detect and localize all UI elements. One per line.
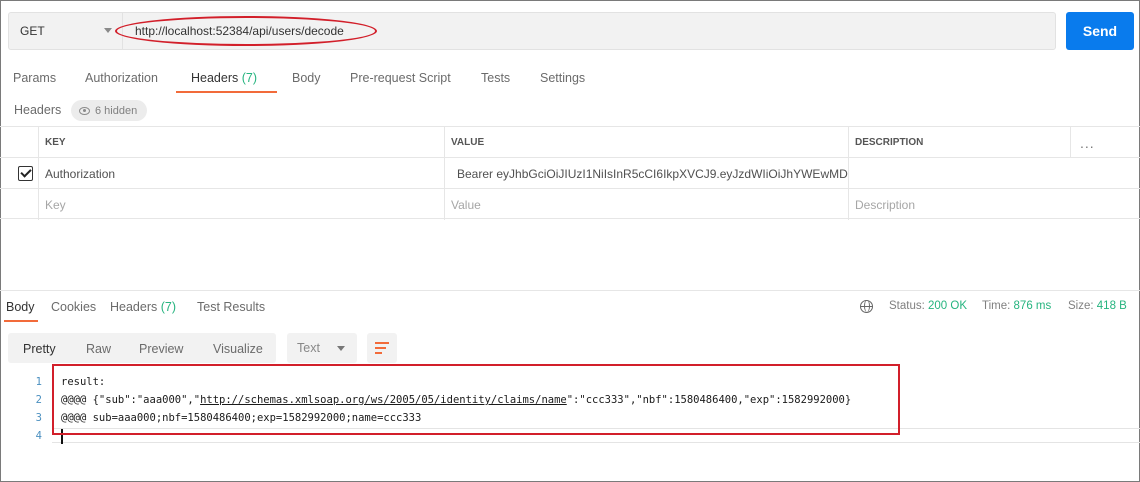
active-response-tab-indicator bbox=[4, 320, 38, 322]
tab-label: Params bbox=[13, 71, 57, 85]
header-key-cell[interactable]: Authorization bbox=[38, 158, 444, 189]
tab-body[interactable]: Body bbox=[292, 71, 321, 85]
eye-icon bbox=[79, 106, 90, 115]
table-row-empty: Key Value Description bbox=[0, 188, 1140, 220]
status-value: 200 OK bbox=[928, 300, 968, 312]
tab-tests[interactable]: Tests bbox=[481, 71, 510, 85]
tab-headers[interactable]: Headers (7) bbox=[191, 71, 257, 85]
tab-params[interactable]: Params bbox=[13, 71, 56, 85]
line-number: 1 bbox=[35, 376, 42, 388]
hidden-count-label: 6 hidden bbox=[95, 104, 138, 117]
checkbox-checked-icon[interactable] bbox=[18, 166, 33, 181]
code-link[interactable]: http://schemas.xmlsoap.org/ws/2005/05/id… bbox=[200, 394, 567, 406]
table-row: Authorization Bearer eyJhbGciOiJIUzI1NiI… bbox=[0, 157, 1140, 189]
time-readout: Time: 876 ms bbox=[982, 300, 1051, 312]
column-header-value: VALUE bbox=[444, 127, 848, 158]
chevron-down-icon bbox=[337, 346, 345, 351]
line-number: 2 bbox=[35, 394, 42, 406]
view-raw-button[interactable]: Raw bbox=[86, 342, 111, 356]
active-tab-indicator bbox=[176, 91, 277, 93]
tab-authorization[interactable]: Authorization bbox=[85, 71, 158, 85]
format-select[interactable]: Text bbox=[287, 333, 357, 363]
tab-pre-request-script[interactable]: Pre-request Script bbox=[350, 71, 451, 85]
code-text: ":"ccc333","nbf":1580486400,"exp":158299… bbox=[566, 394, 852, 406]
more-horizontal-icon[interactable]: ... bbox=[1080, 135, 1095, 151]
view-pretty-button[interactable]: Pretty bbox=[23, 342, 56, 356]
hidden-headers-toggle[interactable]: 6 hidden bbox=[71, 100, 148, 121]
view-preview-button[interactable]: Preview bbox=[139, 342, 183, 356]
method-select[interactable]: GET bbox=[8, 12, 122, 50]
new-value-input[interactable]: Value bbox=[444, 189, 848, 220]
response-tab-body[interactable]: Body bbox=[6, 300, 35, 314]
size-readout: Size: 418 B bbox=[1068, 300, 1127, 312]
chevron-down-icon bbox=[104, 28, 112, 33]
new-key-input[interactable]: Key bbox=[38, 189, 444, 220]
code-line-3: @@@@ sub=aaa000;nbf=1580486400;exp=15829… bbox=[61, 412, 422, 424]
tab-label: Headers bbox=[110, 300, 158, 314]
url-text: http://localhost:52384/api/users/decode bbox=[135, 24, 344, 38]
line-number: 3 bbox=[35, 412, 42, 424]
response-view-toolbar: Pretty Raw Preview Visualize bbox=[8, 333, 276, 363]
tab-settings[interactable]: Settings bbox=[540, 71, 585, 85]
time-label: Time: bbox=[982, 300, 1011, 312]
tab-label: Body bbox=[292, 71, 321, 85]
code-line-2: @@@@ {"sub":"aaa000","http://schemas.xml… bbox=[61, 394, 851, 406]
column-header-description: DESCRIPTION bbox=[848, 127, 1070, 158]
format-label: Text bbox=[297, 341, 320, 355]
tab-label: Authorization bbox=[85, 71, 158, 85]
table-header-row: KEY VALUE DESCRIPTION ... bbox=[0, 126, 1140, 158]
tab-label: Tests bbox=[481, 71, 511, 85]
tab-count-badge: (7) bbox=[160, 300, 177, 314]
response-tab-cookies[interactable]: Cookies bbox=[51, 300, 96, 314]
wrap-lines-icon[interactable] bbox=[367, 333, 397, 363]
text-cursor bbox=[61, 429, 63, 444]
response-divider bbox=[0, 290, 1140, 291]
code-text: @@@@ {"sub":"aaa000"," bbox=[61, 394, 201, 406]
status-label: Status: bbox=[889, 300, 925, 312]
header-description-cell[interactable] bbox=[848, 158, 1140, 189]
tab-label: Pre-request Script bbox=[350, 71, 451, 85]
globe-icon[interactable] bbox=[860, 300, 873, 313]
size-label: Size: bbox=[1068, 300, 1094, 312]
code-line-1: result: bbox=[61, 376, 106, 388]
tab-count-badge: (7) bbox=[241, 71, 258, 85]
tab-label: Headers bbox=[191, 71, 239, 85]
column-header-key: KEY bbox=[38, 127, 444, 158]
tab-label: Settings bbox=[540, 71, 586, 85]
method-label: GET bbox=[20, 24, 45, 38]
active-line-highlight bbox=[52, 428, 1140, 443]
send-button[interactable]: Send bbox=[1066, 12, 1134, 50]
size-value: 418 B bbox=[1096, 300, 1127, 312]
new-description-input[interactable]: Description bbox=[848, 189, 1140, 220]
status-readout: Status: 200 OK bbox=[889, 300, 967, 312]
headers-section-label: Headers bbox=[14, 103, 62, 117]
url-input[interactable]: http://localhost:52384/api/users/decode bbox=[122, 12, 1056, 50]
line-number: 4 bbox=[35, 430, 42, 442]
view-visualize-button[interactable]: Visualize bbox=[213, 342, 263, 356]
response-tab-test-results[interactable]: Test Results bbox=[197, 300, 265, 314]
time-value: 876 ms bbox=[1013, 300, 1052, 312]
response-tab-headers[interactable]: Headers (7) bbox=[110, 300, 176, 314]
header-value-cell[interactable]: Bearer eyJhbGciOiJIUzI1NiIsInR5cCI6IkpXV… bbox=[444, 158, 848, 189]
